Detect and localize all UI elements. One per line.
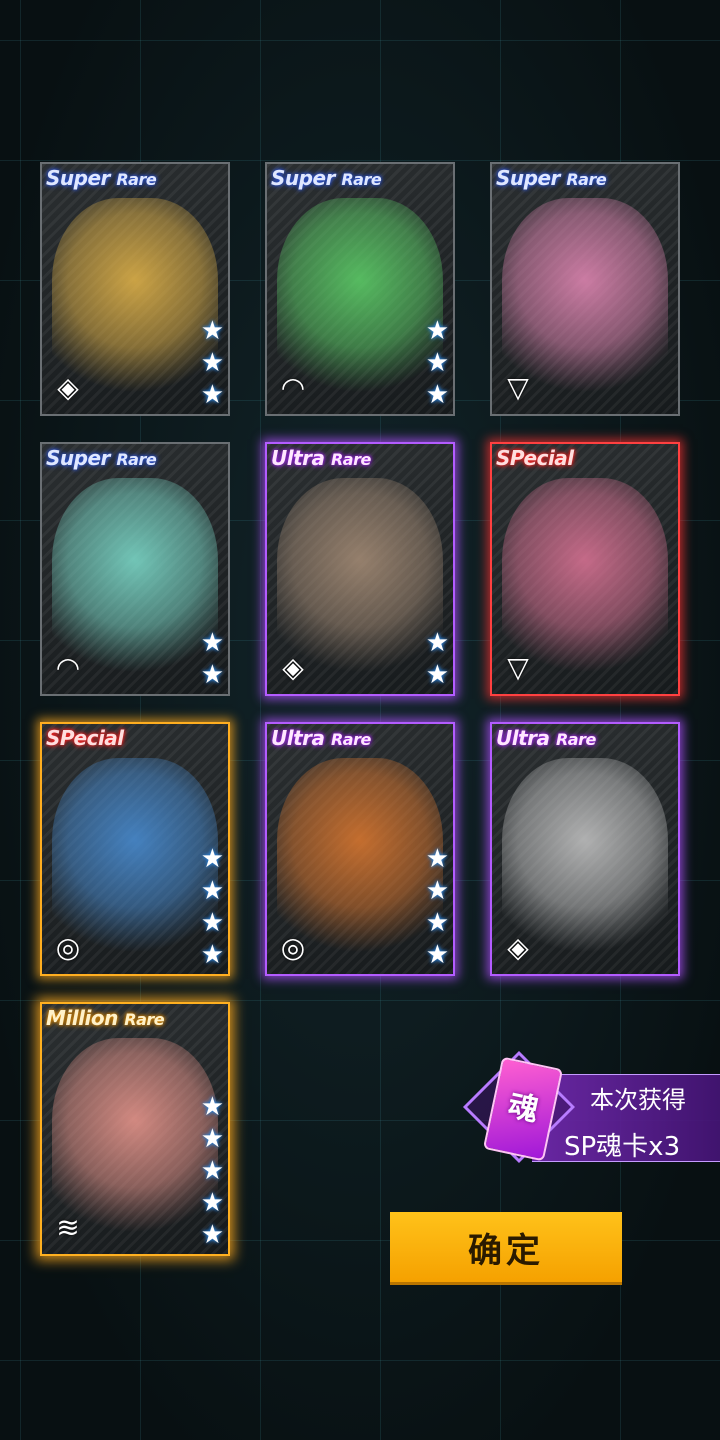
star-icon: ★ — [200, 1156, 224, 1186]
star-icon: ★ — [200, 660, 224, 690]
rarity-label: SPecial — [496, 446, 574, 470]
rarity-label: Super Rare — [271, 166, 382, 190]
star-icon: ★ — [425, 660, 449, 690]
character-card[interactable]: Ultra Rare ★ ★ ◈ — [265, 442, 455, 696]
rarity-label-sub: Rare — [330, 450, 371, 469]
rarity-label-main: SPecial — [46, 726, 124, 750]
rarity-label: SPecial — [46, 726, 124, 750]
star-icon: ★ — [425, 908, 449, 938]
character-card[interactable]: SPecial ▽ — [490, 442, 680, 696]
rarity-label-sub: Rare — [341, 170, 382, 189]
drop-icon: ◎ — [280, 931, 306, 964]
star-icon: ★ — [200, 1092, 224, 1122]
rarity-label-main: Super — [271, 166, 335, 190]
wifi-icon: ◠ — [55, 651, 81, 684]
rarity-label: Million Rare — [46, 1006, 165, 1030]
star-icon: ★ — [425, 628, 449, 658]
diamond-icon: ◈ — [57, 371, 79, 404]
star-rating: ★ ★ ★ ★ — [201, 844, 224, 970]
reward-amount: SP魂卡x3 — [564, 1132, 681, 1162]
star-icon: ★ — [200, 1124, 224, 1154]
triangle-icon: ▽ — [507, 651, 529, 684]
rarity-label: Super Rare — [46, 166, 157, 190]
star-icon: ★ — [200, 1188, 224, 1218]
star-icon: ★ — [200, 940, 224, 970]
rarity-label-main: Ultra — [496, 726, 550, 750]
diamond-icon: ◈ — [282, 651, 304, 684]
star-rating: ★ ★ ★ ★ ★ — [201, 1092, 224, 1250]
confirm-button[interactable]: 确定 — [390, 1212, 622, 1282]
reward-caption: 本次获得 — [590, 1086, 686, 1114]
star-rating: ★ ★ ★ — [426, 316, 449, 410]
rarity-label-main: Ultra — [271, 446, 325, 470]
star-rating: ★ ★ ★ — [201, 316, 224, 410]
star-icon: ★ — [425, 380, 449, 410]
star-icon: ★ — [425, 876, 449, 906]
rarity-label-main: Million — [46, 1006, 118, 1030]
reward-badge: 魂 本次获得 SP魂卡x3 — [452, 1040, 720, 1170]
wifi-icon: ◠ — [280, 371, 306, 404]
drop-icon: ◎ — [55, 931, 81, 964]
character-card[interactable]: SPecial ★ ★ ★ ★ ◎ — [40, 722, 230, 976]
star-icon: ★ — [200, 316, 224, 346]
star-icon: ★ — [200, 380, 224, 410]
character-card[interactable]: Super Rare ▽ — [490, 162, 680, 416]
star-icon: ★ — [425, 844, 449, 874]
star-icon: ★ — [425, 316, 449, 346]
rarity-label-sub: Rare — [566, 170, 607, 189]
rarity-label-sub: Rare — [330, 730, 371, 749]
star-icon: ★ — [200, 628, 224, 658]
rarity-label-main: Super — [46, 166, 110, 190]
triangle-icon: ▽ — [507, 371, 529, 404]
star-icon: ★ — [425, 940, 449, 970]
tower-icon: ≋ — [56, 1211, 80, 1244]
character-card[interactable]: Super Rare ★ ★ ★ ◠ — [265, 162, 455, 416]
rarity-label-main: Super — [496, 166, 560, 190]
rarity-label: Super Rare — [496, 166, 607, 190]
star-rating: ★ ★ — [201, 628, 224, 690]
star-icon: ★ — [200, 908, 224, 938]
rarity-label-sub: Rare — [124, 1010, 165, 1029]
rarity-label-sub: Rare — [116, 450, 157, 469]
star-icon: ★ — [200, 348, 224, 378]
star-icon: ★ — [425, 348, 449, 378]
rarity-label-main: SPecial — [496, 446, 574, 470]
rarity-label: Ultra Rare — [271, 446, 371, 470]
rarity-label-sub: Rare — [555, 730, 596, 749]
rarity-label-sub: Rare — [116, 170, 157, 189]
star-rating: ★ ★ — [426, 628, 449, 690]
rarity-label: Super Rare — [46, 446, 157, 470]
rarity-label-main: Super — [46, 446, 110, 470]
rarity-label-main: Ultra — [271, 726, 325, 750]
star-icon: ★ — [200, 1220, 224, 1250]
star-icon: ★ — [200, 876, 224, 906]
diamond-icon: ◈ — [507, 931, 529, 964]
character-card[interactable]: Super Rare ★ ★ ★ ◈ — [40, 162, 230, 416]
rarity-label: Ultra Rare — [496, 726, 596, 750]
star-icon: ★ — [200, 844, 224, 874]
star-rating: ★ ★ ★ ★ — [426, 844, 449, 970]
character-card[interactable]: Million Rare ★ ★ ★ ★ ★ ≋ — [40, 1002, 230, 1256]
character-card[interactable]: Ultra Rare ★ ★ ★ ★ ◎ — [265, 722, 455, 976]
rarity-label: Ultra Rare — [271, 726, 371, 750]
character-card[interactable]: Super Rare ★ ★ ◠ — [40, 442, 230, 696]
character-card[interactable]: Ultra Rare ◈ — [490, 722, 680, 976]
